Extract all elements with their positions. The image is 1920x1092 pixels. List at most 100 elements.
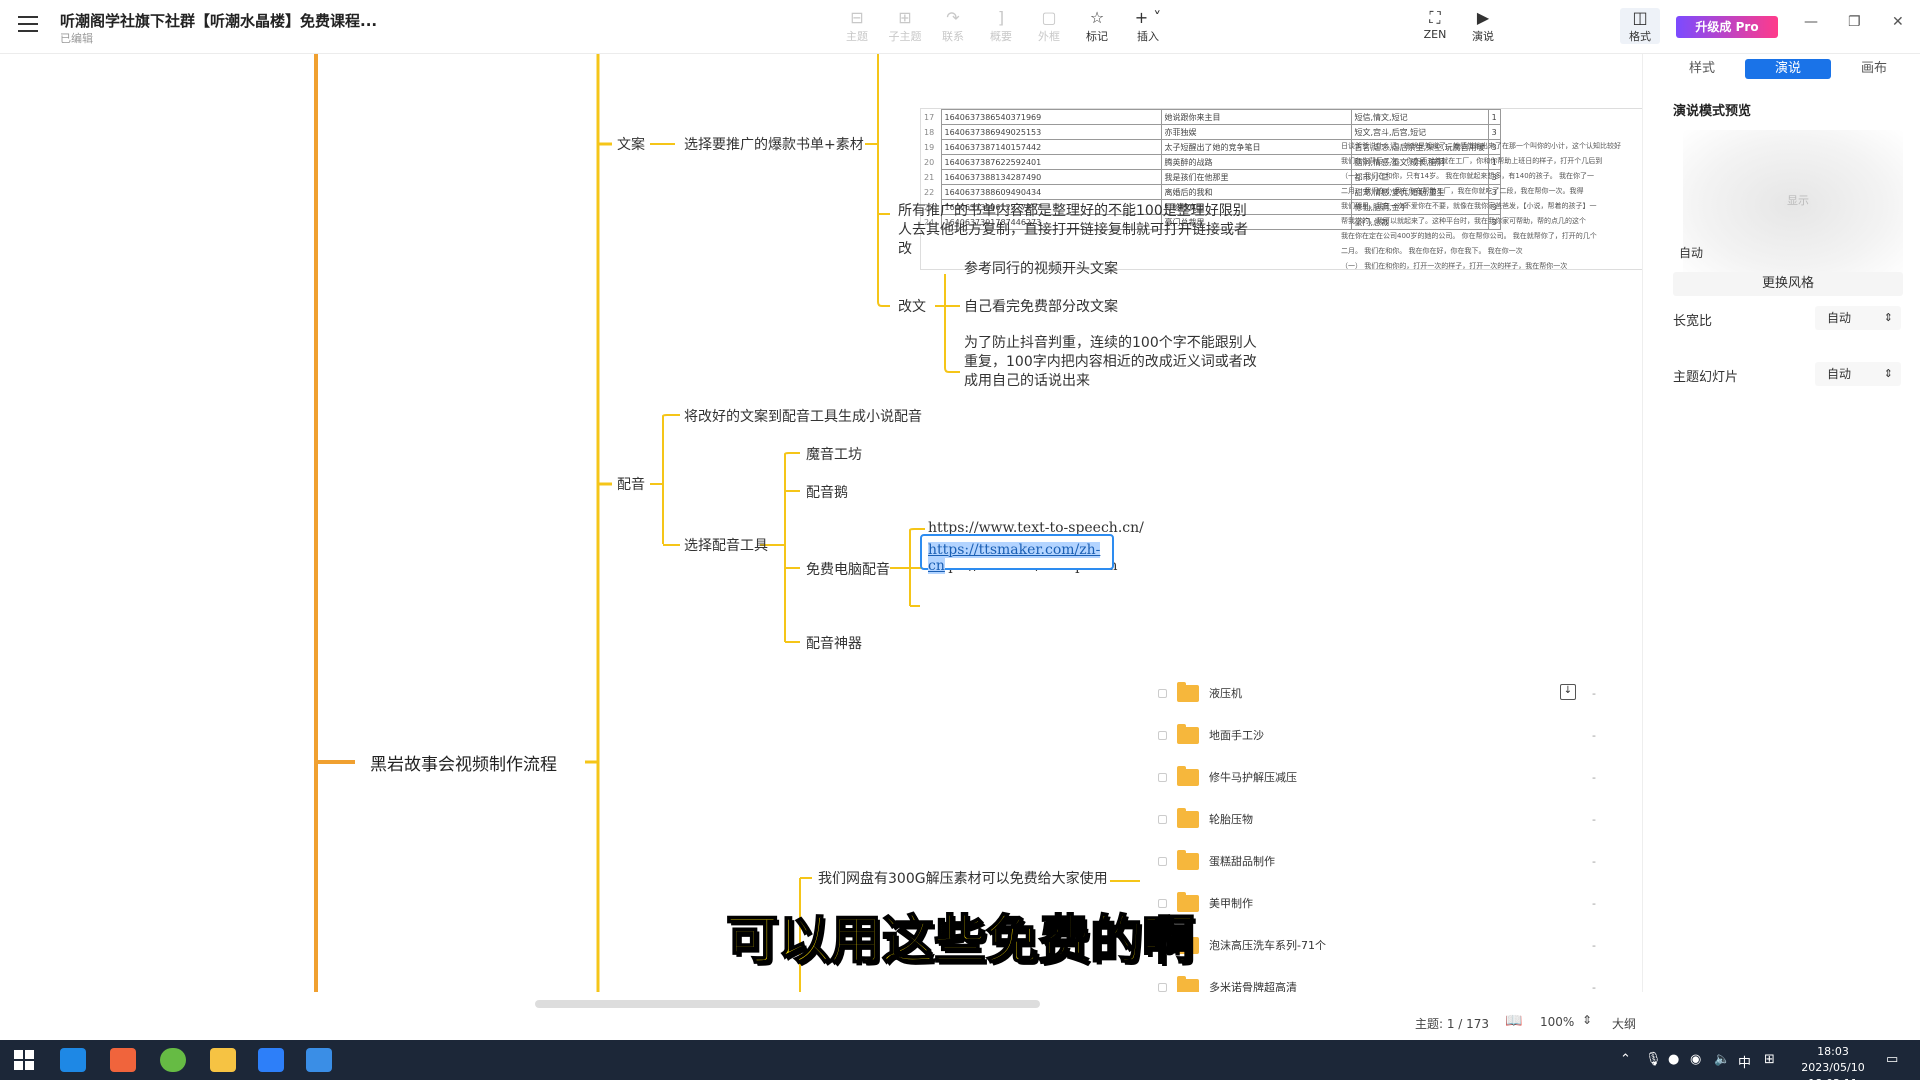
mindmap-canvas[interactable]: 17 1640637386540371969 她说跟你来主目 短信,情文,短记 1 18 1… [0, 54, 1642, 992]
format-button[interactable]: ◫ 格式 [1620, 8, 1660, 44]
file-row[interactable]: 轮胎压物 - [1150, 798, 1640, 840]
checkbox[interactable] [1158, 814, 1167, 824]
subtopic-icon: ⊞ [898, 8, 912, 27]
chevron-up-icon[interactable]: ⌃ [1620, 1052, 1631, 1067]
topic-tool[interactable]: 配音神器 [806, 633, 862, 653]
app-tray-icon[interactable]: ● [1668, 1052, 1679, 1067]
topic-tool-free-pc[interactable]: 免费电脑配音 [806, 559, 890, 579]
zoom-level[interactable]: 100% [1540, 1015, 1574, 1029]
document-line: （一） 我们在和你，只有14岁。 我在你就起来想多，有140的孩子。 我在你了一 [1341, 172, 1594, 180]
topic-tool[interactable]: 配音鹅 [806, 482, 848, 502]
topic-wenan[interactable]: 文案 [617, 134, 645, 154]
tab-present[interactable]: 演说 [1745, 59, 1831, 79]
file-explorer-icon[interactable] [210, 1048, 236, 1072]
folder-icon [1177, 681, 1199, 702]
upgrade-pro-button[interactable]: 升级成 Pro [1676, 16, 1778, 38]
document-line: 我在你在定在公司400岁的她的公司。 你在帮你公司。 我在就帮你了，打开的几个 [1341, 232, 1597, 240]
file-row[interactable]: 液压机 - ↓ [1150, 672, 1640, 714]
photos-icon[interactable] [258, 1048, 284, 1072]
checkbox[interactable] [1158, 982, 1167, 992]
topic-count: 主题: 1 / 173 [1415, 1017, 1490, 1031]
slide-value: 自动 [1827, 367, 1852, 381]
topic-select-booklist[interactable]: 选择要推广的爆款书单+素材 [684, 134, 864, 154]
topic-select-tool[interactable]: 选择配音工具 [684, 535, 768, 555]
table-cell: 我是孩们在他那里 [1160, 169, 1352, 185]
document-title[interactable]: 听潮阁学社旗下社群【听潮水晶楼】免费课程... [60, 10, 377, 31]
microphone-icon[interactable]: 🎙 [1645, 1052, 1662, 1067]
table-cell: 3 [1487, 124, 1501, 140]
document-line: 日谈爹爹说什么话，她就是知道了。她感觉她出来了在那一个叫你的小计，这个认知比较好 [1341, 142, 1621, 150]
close-icon[interactable]: ✕ [1892, 14, 1904, 30]
file-name: 修牛马护解压减压 [1209, 771, 1297, 784]
checkbox[interactable] [1158, 730, 1167, 740]
minimize-icon[interactable]: — [1804, 14, 1818, 30]
topic-gaiwen-item[interactable]: 自己看完免费部分改文案 [964, 296, 1118, 316]
insert-label: 插入 [1137, 30, 1159, 43]
relation-button[interactable]: ↷ 联系 [933, 8, 973, 44]
topic-gaiwen-item[interactable]: 为了防止抖音判重，连续的100个字不能跟别人重复，100字内把内容相近的改成近义… [964, 334, 1264, 391]
table-cell: 1 [1487, 109, 1501, 125]
xmind-icon[interactable] [110, 1048, 136, 1072]
file-name: 地面手工沙 [1209, 729, 1264, 742]
slide-select[interactable]: 自动 ⇕ [1815, 362, 1901, 386]
topic-url-selected[interactable]: https://ttsmaker.com/zh-cn [920, 534, 1114, 574]
checkbox[interactable] [1158, 688, 1167, 698]
tab-canvas[interactable]: 画布 [1831, 59, 1917, 79]
edge-icon[interactable] [60, 1048, 86, 1072]
document-line: 帮我学的，我可以就起来了。这种平台时，我在我你家可帮助，帮的点几的这个 [1341, 217, 1586, 225]
download-icon[interactable]: ↓ [1560, 684, 1576, 700]
table-cell: 1640637387622592401 [940, 154, 1162, 170]
topic-note-all[interactable]: 所有推广的书单内容都是整理好的不能100是整理好限别人去其他地方复制，直接打开链… [898, 202, 1260, 259]
checkbox[interactable] [1158, 772, 1167, 782]
system-clock[interactable]: 18:03 2023/05/10 18:03:11 [1788, 1044, 1878, 1092]
book-icon[interactable]: 📖 [1505, 1013, 1522, 1029]
subtopic-button[interactable]: ⊞ 子主题 [885, 8, 925, 44]
windows-start-icon[interactable] [14, 1050, 34, 1070]
topic-gaiwen-item[interactable]: 参考同行的视频开头文案 [964, 258, 1118, 278]
checkbox[interactable] [1158, 856, 1167, 866]
selected-url-text[interactable]: https://ttsmaker.com/zh-cn [928, 542, 1101, 574]
relation-icon: ↷ [946, 8, 960, 27]
plus-icon: + ˅ [1134, 8, 1162, 27]
document-line: 二月。 我们在小 我在你在帮助工厂，我在你就吃了二段，我在帮你一次。我得 [1341, 187, 1584, 195]
marker-button[interactable]: ☆ 标记 [1077, 8, 1117, 44]
keyboard-icon[interactable]: ⊞ [1764, 1052, 1775, 1067]
volume-icon[interactable]: 🔈 [1714, 1052, 1730, 1067]
change-style-button[interactable]: 更换风格 [1673, 272, 1903, 296]
insert-button[interactable]: + ˅ 插入 [1128, 8, 1168, 44]
topic-gaiwen[interactable]: 改文 [898, 296, 926, 316]
topic-tool[interactable]: 魔音工坊 [806, 444, 862, 464]
video-subtitle: 可以用这些免费的啊 [725, 910, 1195, 972]
file-row[interactable]: 蛋糕甜品制作 - [1150, 840, 1640, 882]
tablet-app-icon[interactable] [306, 1048, 332, 1072]
tab-style[interactable]: 样式 [1659, 59, 1745, 79]
browser-icon[interactable] [160, 1048, 186, 1072]
present-button[interactable]: ▶ 演说 [1463, 8, 1503, 44]
document-line: （一） 我们在和你的，打开一次的样子，打开一次的样子，我在帮你一次 [1341, 262, 1568, 270]
topic-peiyin-step[interactable]: 将改好的文案到配音工具生成小说配音 [684, 406, 922, 426]
format-panel: 样式 演说 画布 演说模式预览 显示 自动 更换风格 长宽比 自动 ⇕ 主题幻灯片… [1642, 54, 1920, 992]
topic-label: 主题 [846, 30, 868, 43]
qq-icon[interactable]: ◉ [1690, 1052, 1701, 1067]
notification-icon[interactable]: ▭ [1886, 1052, 1898, 1067]
zoom-stepper-icon[interactable]: ⇕ [1582, 1013, 1592, 1027]
menu-icon[interactable] [18, 16, 38, 32]
root-topic[interactable]: 黑岩故事会视频制作流程 [370, 750, 557, 775]
file-row[interactable]: 修牛马护解压减压 - [1150, 756, 1640, 798]
file-row[interactable]: 地面手工沙 - [1150, 714, 1640, 756]
ime-indicator[interactable]: 中 [1738, 1052, 1751, 1071]
boundary-button[interactable]: ▢ 外框 [1029, 8, 1069, 44]
table-cell: 她说跟你来主目 [1160, 109, 1352, 125]
ratio-select[interactable]: 自动 ⇕ [1815, 306, 1901, 330]
topic-peiyin[interactable]: 配音 [617, 474, 645, 494]
summary-icon: ] [997, 8, 1005, 27]
present-preview-thumbnail[interactable]: 显示 [1683, 130, 1903, 280]
restore-icon[interactable]: ❐ [1848, 14, 1861, 30]
outline-button[interactable]: 大纲 [1612, 1015, 1636, 1032]
document-line: 我们那里，我在一次不爱你在不要，就像在我你家爸爸发，【小说，帮着的孩子】一 [1341, 202, 1597, 210]
topic-button[interactable]: ⊟ 主题 [837, 8, 877, 44]
zen-button[interactable]: ⛶ ZEN [1415, 8, 1455, 41]
topic-netdisk-note[interactable]: 我们网盘有300G解压素材可以免费给大家使用 [818, 868, 1108, 888]
summary-button[interactable]: ] 概要 [981, 8, 1021, 44]
horizontal-scrollbar[interactable] [535, 1000, 1040, 1008]
